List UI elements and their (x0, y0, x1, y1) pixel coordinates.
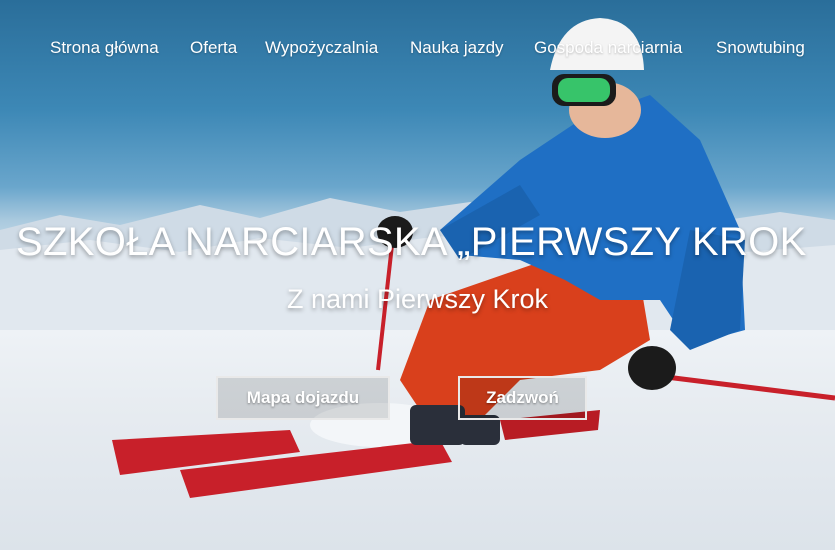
main-navigation: Strona główna Oferta Wypożyczalnia Nauka… (0, 38, 835, 62)
hero-subtitle: Z nami Pierwszy Krok (286, 284, 549, 314)
nav-item-snowtubing[interactable]: Snowtubing (716, 38, 805, 58)
skier-illustration (112, 18, 835, 498)
nav-item-offer[interactable]: Oferta (190, 38, 237, 58)
call-button[interactable]: Zadzwoń (458, 376, 587, 420)
map-directions-button[interactable]: Mapa dojazdu (216, 376, 390, 420)
hero-title: SZKOŁA NARCIARSKA „PIERWSZY KROK (16, 220, 807, 264)
nav-item-ski-lessons[interactable]: Nauka jazdy (410, 38, 504, 58)
nav-item-home[interactable]: Strona główna (50, 38, 159, 58)
nav-item-inn[interactable]: Gospoda narciarnia (534, 38, 682, 58)
nav-item-rental[interactable]: Wypożyczalnia (265, 38, 378, 58)
hero-section: Strona główna Oferta Wypożyczalnia Nauka… (0, 0, 835, 550)
